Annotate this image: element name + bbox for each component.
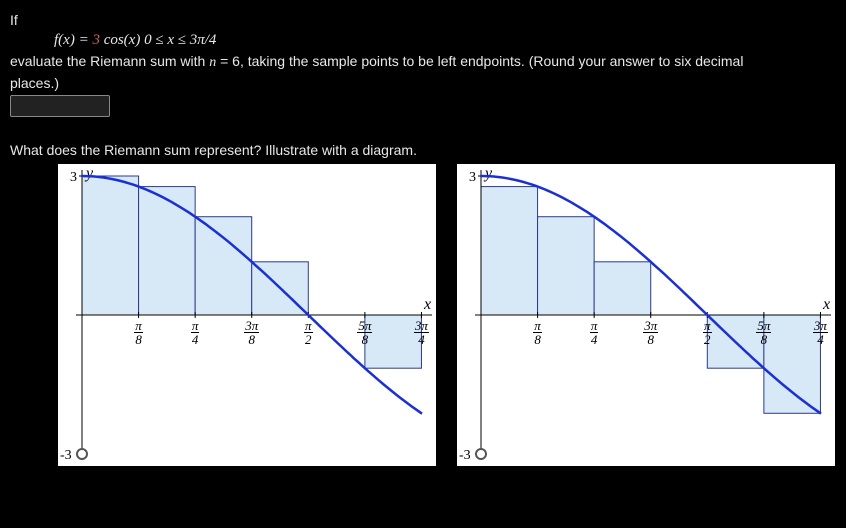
- instr-b: = 6, taking the sample points to be left…: [216, 53, 743, 69]
- answer-row: [10, 95, 836, 120]
- y-tick-min: -3: [60, 448, 72, 463]
- riemann-bar: [481, 187, 538, 315]
- chart-left: 3 -3 y x π8π43π8π25π83π4: [58, 164, 437, 466]
- riemann-bar: [139, 187, 196, 315]
- riemann-chart: 3 -3 y x π8π43π8π25π83π4: [58, 164, 436, 466]
- fx-coef: 3: [92, 32, 100, 48]
- x-axis-label: x: [822, 296, 830, 313]
- function-def: f(x) = 3 cos(x) 0 ≤ x ≤ 3π/4: [10, 32, 836, 49]
- fx-lhs: f(x) =: [54, 32, 92, 48]
- riemann-bar: [594, 262, 651, 315]
- instr-a: evaluate the Riemann sum with: [10, 53, 209, 69]
- riemann-bar: [538, 217, 595, 315]
- fx-rhs: cos(x) 0 ≤ x ≤ 3π/4: [100, 32, 216, 48]
- answer-input[interactable]: [10, 95, 110, 117]
- y-tick-max: 3: [469, 170, 476, 185]
- x-axis-label: x: [423, 296, 431, 313]
- question-2: What does the Riemann sum represent? Ill…: [10, 142, 836, 158]
- riemann-bar: [195, 217, 252, 315]
- lead-text: If: [10, 12, 836, 28]
- riemann-bar: [82, 176, 139, 315]
- instruction-line-1: evaluate the Riemann sum with n = 6, tak…: [10, 53, 836, 71]
- radio-marker[interactable]: [77, 449, 87, 459]
- y-axis-label: y: [483, 165, 493, 182]
- y-tick-min: -3: [459, 448, 471, 463]
- y-tick-max: 3: [70, 170, 77, 185]
- radio-marker[interactable]: [476, 449, 486, 459]
- chart-right: 3 -3 y x π8π43π8π25π83π4: [457, 164, 836, 466]
- chart-row: 3 -3 y x π8π43π8π25π83π4 3 -3 y x π8π43π…: [10, 164, 836, 466]
- y-axis-label: y: [84, 165, 94, 182]
- riemann-chart: 3 -3 y x π8π43π8π25π83π4: [457, 164, 835, 466]
- instruction-line-2: places.): [10, 75, 836, 91]
